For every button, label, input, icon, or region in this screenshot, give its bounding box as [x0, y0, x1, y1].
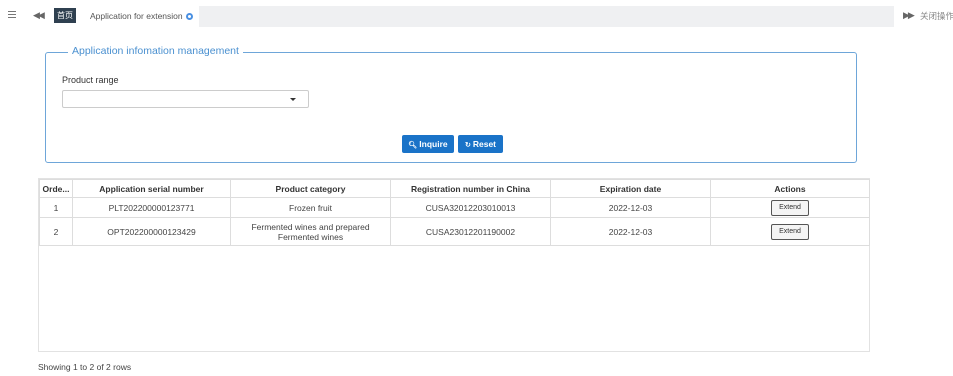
refresh-icon: ↻	[464, 142, 471, 149]
top-tab-bar: ◀◀ 首页 Application for extension ▶▶ 关闭操作	[0, 0, 953, 33]
column-header-expiration[interactable]: Expiration date	[550, 179, 711, 198]
cell-order: 2	[39, 217, 73, 246]
column-header-category[interactable]: Product category	[230, 179, 391, 198]
pagination-info: Showing 1 to 2 of 2 rows	[38, 362, 132, 372]
cell-expiration: 2022-12-03	[550, 197, 711, 218]
table-header-row: Orde... Application serial number Produc…	[39, 179, 870, 198]
cell-serial: OPT202200000123429	[72, 217, 231, 246]
cell-serial: PLT202200000123771	[72, 197, 231, 218]
inquire-label: Inquire	[419, 139, 448, 149]
column-header-registration[interactable]: Registration number in China	[390, 179, 551, 198]
reset-button[interactable]: ↻ Reset	[458, 135, 503, 153]
panel-legend: Application infomation management	[68, 45, 243, 57]
close-operations-button[interactable]: 关闭操作	[920, 10, 953, 22]
cell-registration: CUSA23012201190002	[390, 217, 551, 246]
tab-home[interactable]: 首页	[54, 8, 76, 23]
menu-icon[interactable]	[8, 11, 16, 19]
tab-strip: Application for extension	[84, 6, 894, 27]
tab-label: Application for extension	[90, 11, 183, 21]
close-tab-icon[interactable]	[185, 13, 193, 20]
cell-category: Fermented wines and prepared Fermented w…	[230, 217, 391, 246]
table-row: 1 PLT202200000123771 Frozen fruit CUSA32…	[39, 197, 870, 218]
scroll-tabs-left-icon[interactable]: ◀◀	[33, 10, 45, 21]
extend-button[interactable]: Extend	[771, 223, 809, 240]
cell-category: Frozen fruit	[230, 197, 391, 218]
product-range-label: Product range	[62, 75, 119, 85]
reset-label: Reset	[472, 139, 497, 149]
column-header-order[interactable]: Orde...	[39, 179, 73, 198]
cell-expiration: 2022-12-03	[550, 217, 711, 246]
product-range-select[interactable]	[62, 90, 309, 108]
extend-button[interactable]: Extend	[771, 199, 809, 216]
cell-actions: Extend	[710, 217, 870, 246]
tab-application-for-extension[interactable]: Application for extension	[84, 6, 199, 27]
scroll-tabs-right-icon[interactable]: ▶▶	[903, 10, 915, 21]
chevron-down-icon	[290, 98, 296, 101]
column-header-serial[interactable]: Application serial number	[72, 179, 231, 198]
results-table: Orde... Application serial number Produc…	[38, 178, 870, 352]
table-row: 2 OPT202200000123429 Fermented wines and…	[39, 217, 870, 246]
cell-registration: CUSA32012203010013	[390, 197, 551, 218]
search-icon: 🔍︎	[408, 142, 418, 149]
cell-order: 1	[39, 197, 73, 218]
column-header-actions: Actions	[710, 179, 870, 198]
inquire-button[interactable]: 🔍︎ Inquire	[402, 135, 454, 153]
cell-actions: Extend	[710, 197, 870, 218]
